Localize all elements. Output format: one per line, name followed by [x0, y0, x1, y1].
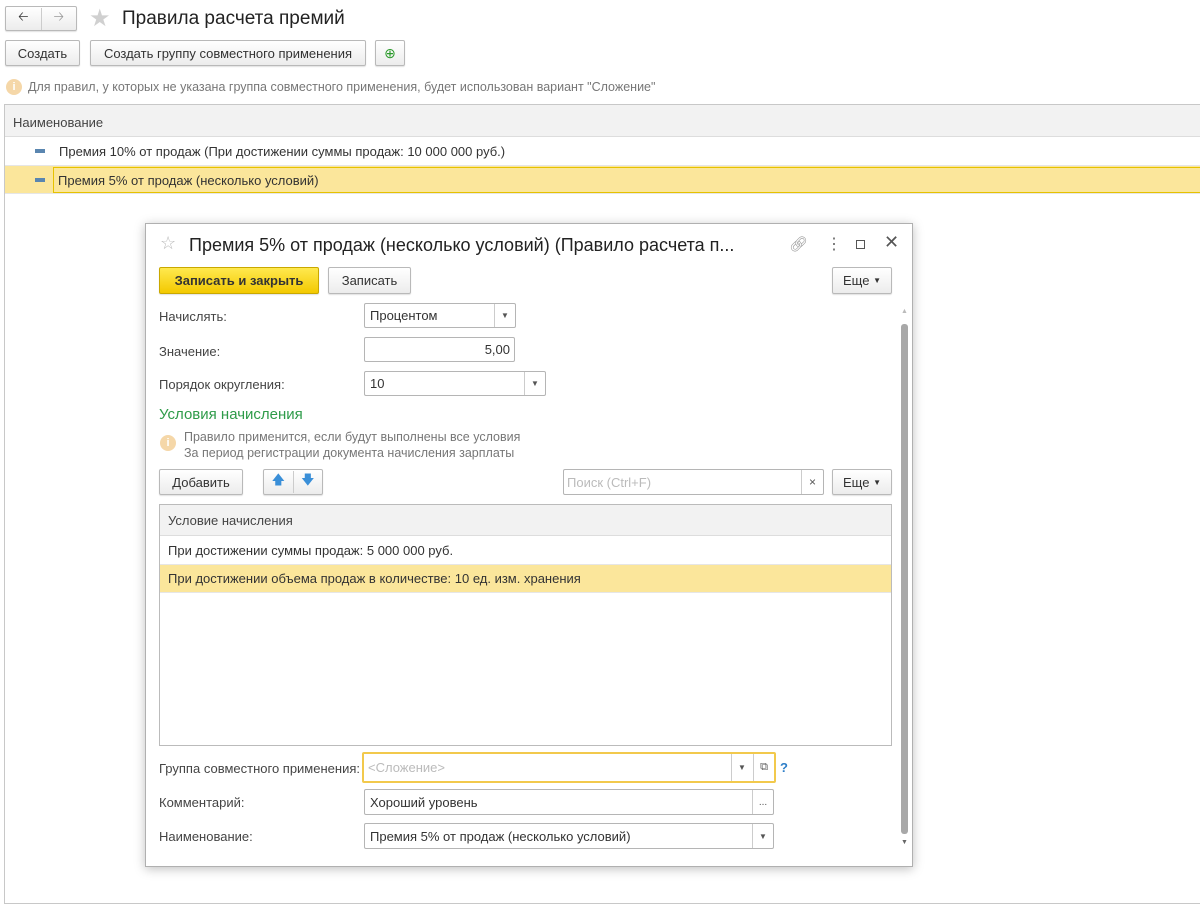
comment-input[interactable]: Хороший уровень ... [364, 789, 774, 815]
name-input[interactable]: Премия 5% от продаж (несколько условий) … [364, 823, 774, 849]
table-row[interactable]: При достижении суммы продаж: 5 000 000 р… [160, 536, 891, 565]
search-input[interactable]: Поиск (Ctrl+F) × [563, 469, 824, 495]
close-icon[interactable]: ✕ [884, 232, 899, 253]
dropdown-icon[interactable]: ▼ [494, 304, 515, 327]
page-title: Правила расчета премий [122, 8, 345, 29]
comment-label: Комментарий: [159, 795, 245, 810]
scrollbar[interactable] [901, 324, 908, 834]
favorite-star-icon[interactable]: ★ [89, 4, 111, 33]
maximize-icon[interactable] [856, 240, 865, 249]
comment-value: Хороший уровень [370, 794, 478, 810]
favorite-star-icon[interactable]: ☆ [160, 233, 176, 254]
conditions-info-line: За период регистрации документа начислен… [184, 446, 515, 460]
rounding-value: 10 [370, 376, 385, 391]
help-icon[interactable]: ? [780, 760, 788, 775]
search-placeholder: Поиск (Ctrl+F) [567, 474, 652, 490]
move-down-button[interactable]: 🡇 [294, 471, 323, 493]
info-icon: i [160, 435, 176, 451]
forward-button[interactable]: 🡢 [42, 8, 77, 30]
accrue-value: Процентом [370, 308, 438, 323]
scroll-up-icon[interactable]: ▲ [901, 308, 908, 315]
dropdown-icon[interactable]: ▼ [731, 754, 752, 781]
accrue-label: Начислять: [159, 309, 227, 324]
rounding-select[interactable]: 10 ▼ [364, 371, 546, 396]
info-text: Для правил, у которых не указана группа … [28, 80, 656, 94]
conditions-table: Условие начисления При достижении суммы … [159, 504, 892, 746]
conditions-heading: Условия начисления [159, 406, 303, 423]
dropdown-icon[interactable]: ▼ [524, 372, 545, 395]
conditions-info: Правило применится, если будут выполнены… [184, 429, 520, 461]
value-text: 5,00 [484, 342, 510, 357]
create-group-button[interactable]: Создать группу совместного применения [90, 40, 366, 66]
conditions-info-line: Правило применится, если будут выполнены… [184, 430, 521, 444]
add-document-button[interactable]: ⊕ [375, 40, 405, 66]
name-value: Премия 5% от продаж (несколько условий) [370, 828, 631, 844]
open-icon[interactable]: ⧉ [753, 754, 774, 781]
dialog-title: Премия 5% от продаж (несколько условий) … [189, 235, 735, 255]
item-icon [35, 149, 45, 153]
info-message: i Для правил, у которых не указана групп… [6, 79, 655, 95]
more-menu-icon[interactable]: ⋮ [826, 234, 842, 254]
document-add-icon: ⊕ [384, 44, 396, 61]
info-icon: i [6, 79, 22, 95]
more-label: Еще [843, 474, 870, 490]
value-label: Значение: [159, 344, 221, 359]
nav-back-forward: 🡠 🡢 [5, 6, 77, 31]
add-button[interactable]: Добавить [159, 469, 243, 495]
more-button-conditions[interactable]: Еще ▼ [832, 469, 892, 495]
item-icon [35, 177, 45, 182]
row-label: Премия 10% от продаж (При достижении сум… [59, 143, 506, 159]
chevron-down-icon: ▼ [873, 477, 881, 487]
move-buttons: 🡅 🡇 [263, 469, 323, 495]
rounding-label: Порядок округления: [159, 377, 285, 392]
accrue-select[interactable]: Процентом ▼ [364, 303, 516, 328]
column-header: Наименование [5, 105, 1200, 137]
value-input[interactable]: 5,00 [364, 337, 515, 362]
dropdown-icon[interactable]: ▼ [752, 824, 773, 848]
table-row-selected[interactable]: При достижении объема продаж в количеств… [160, 565, 891, 593]
move-up-button[interactable]: 🡅 [264, 471, 294, 493]
table-row[interactable]: Премия 10% от продаж (При достижении сум… [5, 137, 1200, 166]
link-icon[interactable]: 🔗︎ [789, 235, 808, 253]
save-button[interactable]: Записать [328, 267, 411, 294]
clear-search-button[interactable]: × [801, 470, 823, 494]
save-close-button[interactable]: Записать и закрыть [159, 267, 319, 294]
group-label: Группа совместного применения: [159, 761, 360, 776]
more-button[interactable]: Еще ▼ [832, 267, 892, 294]
create-button[interactable]: Создать [5, 40, 80, 66]
row-label: Премия 5% от продаж (несколько условий) [53, 166, 1200, 193]
back-button[interactable]: 🡠 [6, 7, 42, 30]
table-row-selected[interactable]: Премия 5% от продаж (несколько условий) [5, 166, 1200, 194]
rule-dialog: ☆ Премия 5% от продаж (несколько условий… [145, 223, 913, 867]
group-placeholder: <Сложение> [368, 760, 445, 775]
comment-edit-button[interactable]: ... [752, 790, 773, 814]
name-label: Наименование: [159, 829, 253, 844]
scroll-down-icon[interactable]: ▼ [901, 839, 908, 846]
chevron-down-icon: ▼ [873, 276, 881, 285]
conditions-column-header: Условие начисления [160, 505, 891, 536]
more-label: Еще [843, 273, 870, 288]
group-select[interactable]: <Сложение> ▼ ⧉ [362, 752, 776, 783]
